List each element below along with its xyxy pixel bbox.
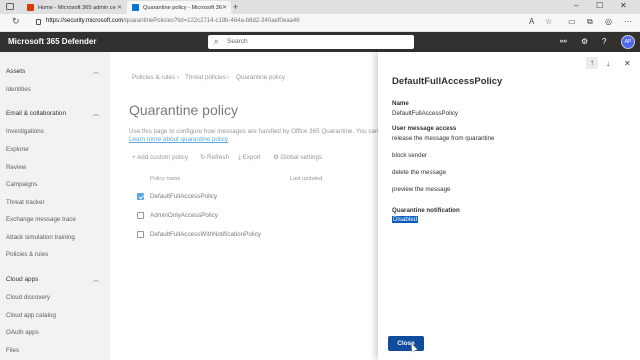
uma-release: release the message from quarantine [392, 135, 495, 142]
maximize-icon[interactable]: ☐ [596, 1, 603, 10]
split-screen-icon[interactable]: ▭ [568, 17, 576, 26]
favorite-icon[interactable]: ☆ [545, 17, 552, 26]
url-path: /quarantinePolicies?tid=122c2714-c19b-46… [123, 18, 300, 24]
chevron-up-icon[interactable]: ︿ [93, 67, 99, 76]
policy-details-panel: ↑ ↓ ✕ DefaultFullAccessPolicy Name Defau… [378, 52, 640, 360]
community-icon[interactable]: ⚯ [560, 37, 567, 46]
nav-section-cloud-apps[interactable]: Cloud apps [6, 276, 38, 283]
quarantine-notification-value: Disabled [392, 216, 419, 223]
chevron-up-icon[interactable]: ︿ [93, 109, 99, 118]
tab-actions-icon[interactable] [6, 3, 14, 10]
left-nav: Assets ︿ Identities Email & collaboratio… [0, 52, 110, 360]
name-value: DefaultFullAccessPolicy [392, 110, 459, 117]
url-host: https://security.microsoft.com [46, 18, 124, 24]
nav-item-campaigns[interactable]: Campaigns [6, 181, 37, 188]
browser-tab-admin-center[interactable]: Home - Microsoft 365 admin ce ✕ [22, 1, 126, 14]
name-label: Name [392, 100, 409, 107]
lock-icon[interactable] [36, 19, 41, 25]
avatar[interactable]: AP [621, 35, 635, 49]
app-header: Microsoft 365 Defender ⌕ Search ⚯ ⚙ ? [0, 32, 640, 52]
search-input[interactable]: ⌕ Search [208, 35, 414, 49]
modal-overlay[interactable] [110, 52, 378, 360]
chevron-up-icon[interactable]: ︿ [93, 275, 99, 284]
nav-item-files[interactable]: Files [6, 347, 19, 354]
nav-item-investigations[interactable]: Investigations [6, 128, 44, 135]
search-icon: ⌕ [214, 37, 219, 46]
browser-tabstrip: Home - Microsoft 365 admin ce ✕ Quaranti… [0, 0, 640, 14]
close-button[interactable]: Close [388, 336, 424, 351]
defender-favicon-icon [132, 4, 139, 11]
extensions-icon[interactable]: ◎ [605, 17, 612, 26]
close-tab-icon[interactable]: ✕ [222, 4, 227, 11]
nav-item-attack-simulation-training[interactable]: Attack simulation training [6, 234, 75, 241]
minimize-icon[interactable]: – [574, 1, 578, 10]
quarantine-notification-label: Quarantine notification [392, 207, 460, 214]
search-placeholder: Search [227, 38, 248, 45]
new-tab-icon[interactable]: + [233, 2, 238, 12]
nav-item-cloud-discovery[interactable]: Cloud discovery [6, 294, 50, 301]
browser-tab-quarantine-policy[interactable]: Quarantine policy - Microsoft 36 ✕ [127, 1, 231, 14]
next-item-arrow-icon[interactable]: ↓ [606, 59, 610, 68]
nav-item-review[interactable]: Review [6, 164, 26, 171]
nav-item-cloud-app-catalog[interactable]: Cloud app catalog [6, 312, 56, 319]
nav-item-oauth-apps[interactable]: OAuth apps [6, 329, 39, 336]
close-tab-icon[interactable]: ✕ [117, 4, 122, 11]
tab-title: Quarantine policy - Microsoft 36 [143, 4, 222, 11]
nav-item-exchange-message-trace[interactable]: Exchange message trace [6, 216, 76, 223]
app-title[interactable]: Microsoft 365 Defender [8, 37, 96, 46]
avatar-initials: AP [624, 39, 632, 45]
previous-item-arrow-icon[interactable]: ↑ [586, 57, 598, 69]
tab-title: Home - Microsoft 365 admin ce [38, 4, 116, 11]
more-icon[interactable]: ⋯ [624, 17, 632, 26]
close-panel-icon[interactable]: ✕ [624, 59, 631, 68]
uma-delete: delete the message [392, 169, 447, 176]
nav-item-identities[interactable]: Identities [6, 86, 31, 93]
read-aloud-icon[interactable]: A [529, 17, 534, 26]
nav-item-explorer[interactable]: Explorer [6, 146, 29, 153]
uma-block-sender: block sender [392, 152, 428, 159]
microsoft-365-favicon-icon [27, 4, 34, 11]
nav-item-policies-rules[interactable]: Policies & rules [6, 251, 48, 258]
nav-section-email-collaboration[interactable]: Email & collaboration [6, 110, 66, 117]
settings-gear-icon[interactable]: ⚙ [581, 37, 588, 46]
address-bar-row: ↻ https://security.microsoft.com/quarant… [0, 14, 640, 32]
collections-icon[interactable]: ⧉ [587, 17, 593, 27]
nav-section-assets[interactable]: Assets [6, 68, 25, 75]
window-close-icon[interactable]: ✕ [620, 1, 627, 10]
refresh-icon[interactable]: ↻ [12, 16, 20, 27]
uma-preview: preview the message [392, 186, 451, 193]
help-icon[interactable]: ? [602, 37, 606, 46]
nav-item-threat-tracker[interactable]: Threat tracker [6, 199, 45, 206]
address-bar-input[interactable]: https://security.microsoft.com/quarantin… [46, 18, 300, 24]
panel-title: DefaultFullAccessPolicy [392, 76, 503, 87]
user-message-access-label: User message access [392, 125, 457, 132]
